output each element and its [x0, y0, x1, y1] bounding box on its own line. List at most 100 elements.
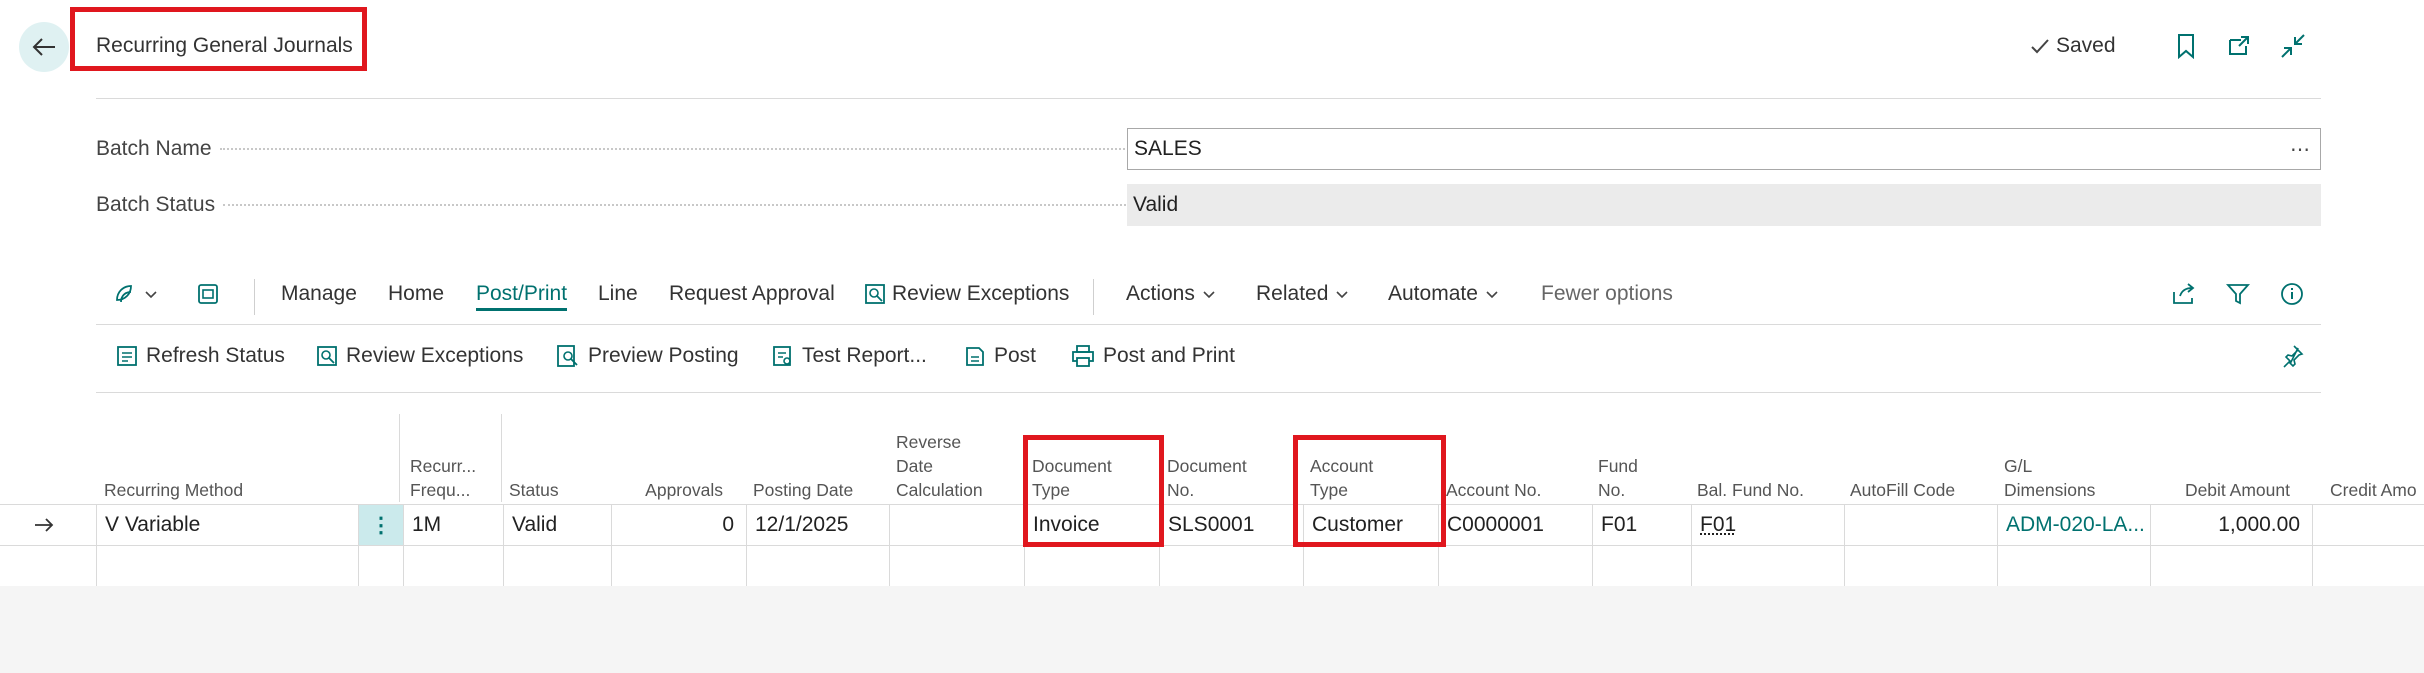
cell-recurring-method[interactable]: V Variable — [96, 505, 358, 545]
menu-actions[interactable]: Actions — [1126, 282, 1217, 306]
back-button[interactable] — [19, 22, 69, 72]
empty-cell[interactable] — [611, 546, 746, 586]
pin-action-bar-icon[interactable] — [2280, 344, 2304, 368]
col-recurring-method[interactable]: Recurring Method — [104, 478, 243, 502]
cell-gl-dimensions[interactable]: ADM-020-LA... — [1997, 505, 2150, 545]
row-menu-button[interactable]: ⋮ — [358, 505, 403, 545]
col-account-no[interactable]: Account No. — [1446, 478, 1541, 502]
saved-label: Saved — [2056, 34, 2116, 57]
empty-cell[interactable] — [746, 546, 889, 586]
print-icon — [1072, 345, 1094, 367]
arrow-left-icon — [32, 38, 55, 56]
test-report-button[interactable]: Test Report... — [772, 344, 927, 368]
empty-cell[interactable] — [889, 546, 1024, 586]
copilot-dropdown[interactable] — [113, 282, 159, 306]
menu-fewer-options[interactable]: Fewer options — [1541, 282, 1673, 306]
cell-reverse-date-calculation[interactable] — [889, 505, 1024, 545]
cell-debit-amount[interactable]: 1,000.00 — [2150, 505, 2312, 545]
chevron-down-icon — [1203, 291, 1215, 299]
post-icon — [966, 347, 984, 366]
preview-posting-icon — [557, 345, 578, 367]
collapse-icon[interactable] — [2279, 32, 2307, 60]
cell-credit-amount[interactable] — [2312, 505, 2424, 545]
empty-cell[interactable] — [1438, 546, 1592, 586]
page-title: Recurring General Journals — [96, 34, 353, 57]
empty-cell[interactable] — [1303, 546, 1438, 586]
open-new-window-icon[interactable] — [2225, 32, 2253, 60]
empty-cell[interactable] — [403, 546, 503, 586]
empty-cell[interactable] — [1844, 546, 1997, 586]
saved-status: Saved — [2030, 34, 2116, 58]
col-approvals[interactable]: Approvals — [645, 478, 723, 502]
cell-bal-fund-no[interactable]: F01 — [1691, 505, 1844, 545]
page-view-button[interactable] — [196, 282, 220, 306]
post-button[interactable]: Post — [964, 344, 1036, 368]
filter-icon[interactable] — [2226, 282, 2250, 306]
col-gl-dimensions[interactable]: G/L Dimensions — [2004, 454, 2095, 502]
account-type-highlight — [1293, 435, 1446, 547]
share-icon[interactable] — [2171, 282, 2197, 306]
refresh-status-icon — [117, 346, 137, 366]
col-autofill-code[interactable]: AutoFill Code — [1850, 478, 1955, 502]
menu-manage[interactable]: Manage — [281, 282, 357, 306]
cell-fund-no[interactable]: F01 — [1592, 505, 1691, 545]
cell-posting-date[interactable]: 12/1/2025 — [746, 505, 889, 545]
empty-cell[interactable] — [96, 546, 358, 586]
test-report-icon — [773, 346, 791, 366]
cell-recurring-frequency[interactable]: 1M — [403, 505, 503, 545]
menu-separator — [254, 279, 255, 315]
cell-document-no[interactable]: SLS0001 — [1159, 505, 1303, 545]
review-exceptions-button[interactable]: Review Exceptions — [316, 344, 523, 368]
menu-post-print[interactable]: Post/Print — [476, 282, 568, 311]
table-row[interactable]: V Variable ⋮ 1M Valid 0 12/1/2025 Invoic… — [0, 504, 2424, 545]
document-type-highlight — [1023, 435, 1164, 547]
menu-request-approval[interactable]: Request Approval — [669, 282, 835, 306]
page-background — [0, 586, 2424, 673]
empty-cell[interactable] — [1691, 546, 1844, 586]
copilot-icon — [116, 285, 132, 303]
empty-cell[interactable] — [503, 546, 611, 586]
bookmark-icon[interactable] — [2172, 32, 2200, 60]
menu-line[interactable]: Line — [598, 282, 638, 306]
col-bal-fund-no[interactable]: Bal. Fund No. — [1697, 478, 1804, 502]
col-reverse-date-calculation[interactable]: Reverse Date Calculation — [896, 430, 983, 502]
preview-posting-button[interactable]: Preview Posting — [556, 344, 739, 368]
review-exceptions-icon — [865, 284, 885, 304]
col-debit-amount[interactable]: Debit Amount — [2185, 478, 2290, 502]
empty-cell[interactable] — [2312, 546, 2424, 586]
checkmark-icon — [2031, 39, 2049, 54]
col-fund-no[interactable]: Fund No. — [1598, 454, 1638, 502]
menu-related[interactable]: Related — [1256, 282, 1350, 306]
post-and-print-button[interactable]: Post and Print — [1071, 344, 1235, 368]
menu-separator — [1093, 279, 1094, 315]
chevron-down-icon — [1486, 291, 1498, 299]
header-divider — [96, 98, 2321, 99]
empty-cell[interactable] — [1159, 546, 1303, 586]
batch-name-label: Batch Name — [96, 137, 1125, 161]
menu-review-exceptions[interactable]: Review Exceptions — [864, 282, 1069, 306]
menu-home[interactable]: Home — [388, 282, 444, 306]
cell-autofill-code[interactable] — [1844, 505, 1997, 545]
empty-cell[interactable] — [358, 546, 403, 586]
cell-account-no[interactable]: C0000001 — [1438, 505, 1592, 545]
current-row-arrow-icon — [32, 513, 56, 542]
empty-cell[interactable] — [1024, 546, 1159, 586]
col-credit-amount[interactable]: Credit Amo — [2330, 478, 2417, 502]
refresh-status-button[interactable]: Refresh Status — [116, 344, 285, 368]
batch-name-value: SALES — [1134, 137, 1202, 160]
actions-divider — [96, 392, 2321, 393]
col-document-no[interactable]: Document No. — [1167, 454, 1247, 502]
empty-cell[interactable] — [2150, 546, 2312, 586]
batch-name-input[interactable]: SALES ⋯ — [1127, 128, 2321, 170]
col-recurring-frequency[interactable]: Recurr... Frequ... — [410, 454, 476, 502]
action-menu-bar: Manage Home Post/Print Line Request Appr… — [0, 279, 2424, 315]
empty-table-row[interactable] — [0, 545, 2424, 586]
empty-cell[interactable] — [1997, 546, 2150, 586]
batch-name-lookup-button[interactable]: ⋯ — [2290, 137, 2310, 162]
info-icon[interactable] — [2280, 282, 2304, 306]
col-status[interactable]: Status — [509, 478, 559, 502]
menu-automate[interactable]: Automate — [1388, 282, 1500, 306]
empty-cell[interactable] — [1592, 546, 1691, 586]
grid-header: Recurring Method Recurr... Frequ... Statu… — [0, 410, 2424, 502]
col-posting-date[interactable]: Posting Date — [753, 478, 853, 502]
